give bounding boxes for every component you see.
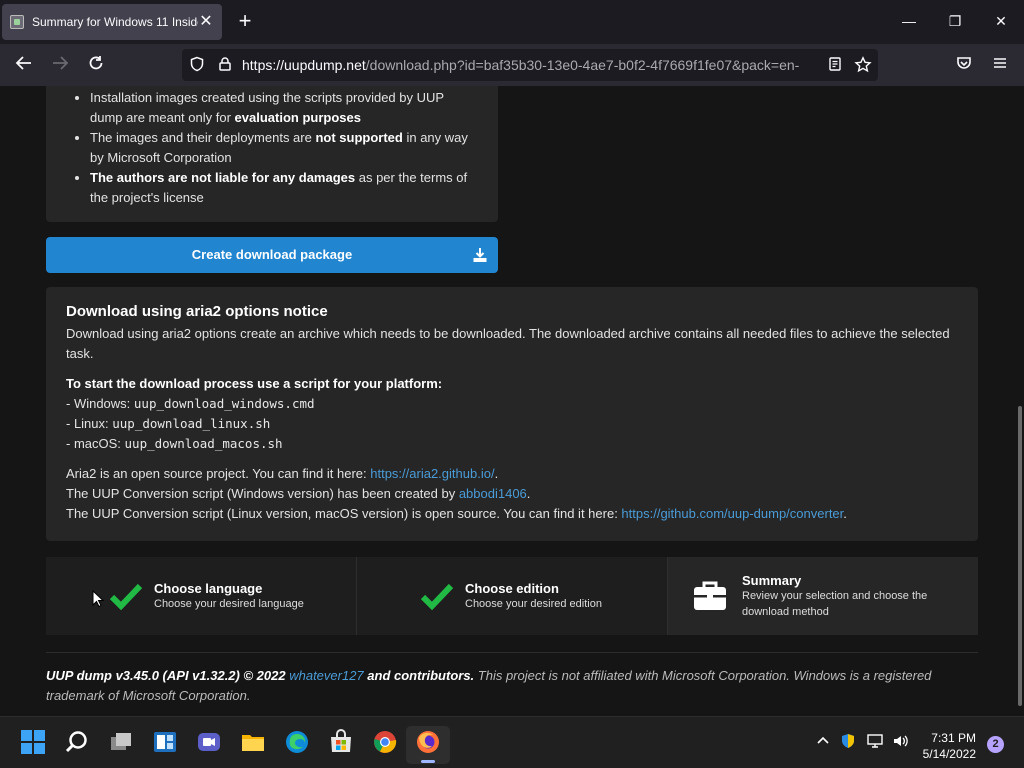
script-heading: To start the download process use a scri… <box>66 376 443 391</box>
tab-bar: Summary for Windows 11 Insider ✕ + — ❐ ✕ <box>0 0 1024 44</box>
scrollbar-thumb[interactable] <box>1018 406 1022 706</box>
step-summary[interactable]: Summary Review your selection and choose… <box>667 557 978 635</box>
linux-script-line: - Linux: uup_download_linux.sh <box>66 416 271 431</box>
close-window-button[interactable]: ✕ <box>990 10 1012 32</box>
author-link[interactable]: whatever127 <box>289 668 363 683</box>
chrome-icon[interactable] <box>372 729 398 755</box>
checkmark-icon <box>109 583 143 611</box>
mouse-cursor-icon <box>92 590 104 608</box>
forward-button[interactable] <box>49 54 71 76</box>
reader-view-icon[interactable] <box>826 56 844 74</box>
edge-browser-icon[interactable] <box>284 729 310 755</box>
lock-icon[interactable] <box>216 56 234 74</box>
security-shield-icon[interactable] <box>840 733 856 752</box>
site-favicon-icon <box>10 15 24 29</box>
notice-item-support: The images and their deployments are not… <box>90 128 478 168</box>
tab-title: Summary for Windows 11 Insider <box>32 15 198 29</box>
warning-notice: Installation images created using the sc… <box>46 86 498 222</box>
bookmark-star-icon[interactable] <box>854 56 872 74</box>
step-title: Choose edition <box>465 580 559 596</box>
reload-icon <box>89 56 103 70</box>
briefcase-icon <box>694 581 726 610</box>
menu-button[interactable] <box>989 54 1011 76</box>
step-subtitle: Review your selection and choose the dow… <box>742 589 928 618</box>
aria2-notice-title: Download using aria2 options notice <box>66 303 328 320</box>
shield-icon[interactable] <box>188 56 206 74</box>
notice-list: Installation images created using the sc… <box>90 88 478 208</box>
hamburger-menu-icon <box>994 58 1006 68</box>
microsoft-store-icon[interactable] <box>328 729 354 755</box>
tab-active[interactable]: Summary for Windows 11 Insider ✕ <box>2 4 222 40</box>
step-subtitle: Choose your desired edition <box>465 597 602 610</box>
volume-icon[interactable] <box>892 733 910 752</box>
notification-badge[interactable]: 2 <box>987 736 1004 753</box>
arrow-left-icon <box>15 56 31 70</box>
search-icon[interactable] <box>64 729 90 755</box>
clock-date: 5/14/2022 <box>922 747 976 761</box>
task-view-icon[interactable] <box>108 729 134 755</box>
teams-chat-icon[interactable] <box>196 729 222 755</box>
active-app-indicator <box>421 760 435 763</box>
notice-item-liability: The authors are not liable for any damag… <box>90 168 478 208</box>
notice-item-evaluation: Installation images created using the sc… <box>90 88 478 128</box>
windows-script-line: - Windows: uup_download_windows.cmd <box>66 396 315 411</box>
pocket-icon <box>957 57 971 69</box>
minimize-button[interactable]: — <box>898 10 920 32</box>
firefox-icon[interactable] <box>415 729 441 755</box>
macos-script-line: - macOS: uup_download_macos.sh <box>66 436 283 451</box>
step-choose-edition[interactable]: Choose edition Choose your desired editi… <box>356 557 667 635</box>
taskbar: 7:31 PM 5/14/2022 2 <box>0 716 1024 768</box>
linux-converter-line: The UUP Conversion script (Linux version… <box>66 506 847 521</box>
clock[interactable]: 7:31 PM 5/14/2022 <box>920 730 976 762</box>
checkmark-icon <box>420 583 454 611</box>
maximize-button[interactable]: ❐ <box>944 10 966 32</box>
windows-converter-line: The UUP Conversion script (Windows versi… <box>66 486 531 501</box>
step-subtitle: Choose your desired language <box>154 597 304 610</box>
tray-overflow-icon[interactable] <box>816 733 830 750</box>
step-title: Choose language <box>154 580 263 596</box>
create-download-package-button[interactable]: Create download package <box>46 237 498 273</box>
reload-button[interactable] <box>85 54 107 76</box>
converter-github-link[interactable]: https://github.com/uup-dump/converter <box>621 506 843 521</box>
navigation-bar: https://uupdump.net/download.php?id=baf3… <box>0 44 1024 86</box>
download-icon <box>473 248 487 262</box>
file-explorer-icon[interactable] <box>240 729 266 755</box>
page-content: Installation images created using the sc… <box>0 86 1016 716</box>
tab-close-icon[interactable]: ✕ <box>198 14 214 30</box>
back-button[interactable] <box>13 54 35 76</box>
url-text[interactable]: https://uupdump.net/download.php?id=baf3… <box>242 57 818 73</box>
new-tab-button[interactable]: + <box>234 10 256 32</box>
aria2-link[interactable]: https://aria2.github.io/ <box>370 466 494 481</box>
address-bar[interactable]: https://uupdump.net/download.php?id=baf3… <box>182 49 878 81</box>
aria2-project-line: Aria2 is an open source project. You can… <box>66 466 499 481</box>
aria2-description: Download using aria2 options create an a… <box>66 326 950 361</box>
windows-start-icon[interactable] <box>20 729 46 755</box>
step-title: Summary <box>742 572 802 588</box>
network-icon[interactable] <box>866 733 884 752</box>
clock-time: 7:31 PM <box>931 731 976 745</box>
arrow-right-icon <box>53 56 69 70</box>
footer: UUP dump v3.45.0 (API v1.32.2) © 2022 wh… <box>46 668 932 703</box>
pocket-button[interactable] <box>953 54 975 76</box>
aria2-notice: Download using aria2 options notice Down… <box>46 287 978 541</box>
footer-divider <box>46 652 978 653</box>
step-progress: Choose language Choose your desired lang… <box>46 557 978 635</box>
widgets-icon[interactable] <box>152 729 178 755</box>
abbodi-link[interactable]: abbodi1406 <box>459 486 527 501</box>
